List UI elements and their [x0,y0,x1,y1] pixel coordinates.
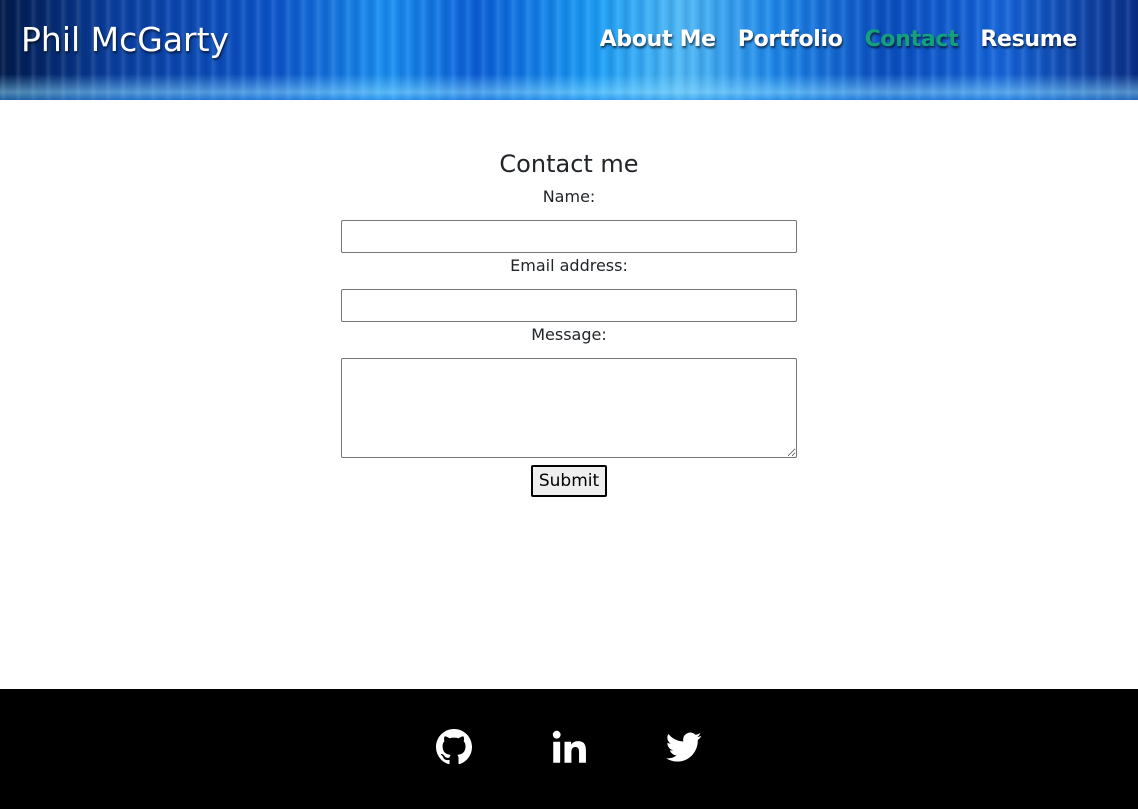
site-brand[interactable]: Phil McGarty [21,20,229,59]
social-links [436,729,702,765]
email-label: Email address: [510,256,628,275]
site-header: Phil McGarty About Me Portfolio Contact … [0,0,1138,100]
nav-link-contact[interactable]: Contact [865,27,959,52]
site-footer [0,689,1138,809]
nav-link-about-me[interactable]: About Me [600,27,716,52]
linkedin-link[interactable] [551,729,587,765]
github-link[interactable] [436,729,472,765]
twitter-icon [666,732,702,762]
nav-link-resume[interactable]: Resume [980,27,1077,52]
submit-button[interactable]: Submit [530,465,608,497]
message-label: Message: [531,325,607,344]
contact-form: Contact me Name: Email address: Message:… [341,150,797,497]
name-input[interactable] [341,220,797,253]
name-label: Name: [542,187,596,206]
nav-link-portfolio[interactable]: Portfolio [738,27,843,52]
linkedin-icon [552,730,586,763]
contact-title: Contact me [499,150,639,178]
github-icon [436,729,472,765]
twitter-link[interactable] [666,729,702,765]
main-nav: About Me Portfolio Contact Resume [600,27,1078,52]
email-input[interactable] [341,289,797,322]
message-textarea[interactable] [341,358,797,458]
